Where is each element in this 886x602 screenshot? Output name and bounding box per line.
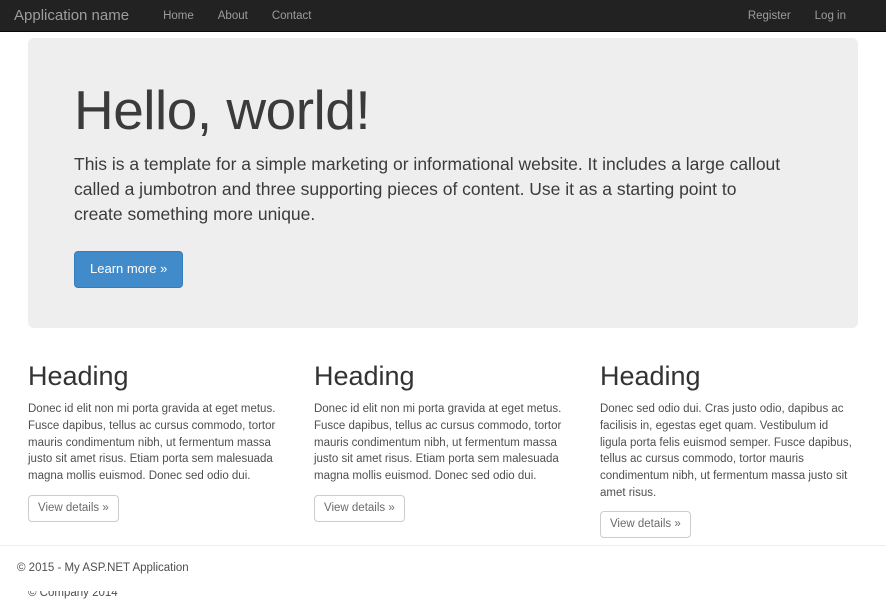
feature-column-2: Heading Donec id elit non mi porta gravi… <box>300 342 586 539</box>
application-status-bar: © 2015 - My ASP.NET Application <box>0 545 886 591</box>
nav-link-login[interactable]: Log in <box>803 0 858 32</box>
status-bar-text: © 2015 - My ASP.NET Application <box>17 562 189 575</box>
feature-body-text: Donec id elit non mi porta gravida at eg… <box>28 403 276 482</box>
navbar-primary-links: Home About Contact <box>151 0 323 32</box>
navbar-account-links: Register Log in <box>736 0 872 32</box>
feature-action-wrapper: View details » <box>599 511 858 539</box>
nav-link-about[interactable]: About <box>206 0 260 32</box>
nav-link-home[interactable]: Home <box>151 0 206 32</box>
nav-link-register[interactable]: Register <box>736 0 803 32</box>
feature-heading: Heading <box>28 360 129 391</box>
jumbotron-cta-wrapper: Learn more » <box>74 250 812 288</box>
feature-column-3: Heading Donec sed odio dui. Cras justo o… <box>586 342 872 539</box>
feature-body-text: Donec sed odio dui. Cras justo odio, dap… <box>599 403 852 499</box>
view-details-button-3[interactable]: View details » <box>599 511 691 539</box>
feature-action-wrapper: View details » <box>28 494 286 522</box>
top-navbar: Application name Home About Contact Regi… <box>0 0 886 32</box>
feature-heading: Heading <box>599 360 701 391</box>
feature-heading: Heading <box>313 360 415 391</box>
view-details-button-2[interactable]: View details » <box>313 494 405 522</box>
page-container: Hello, world! This is a template for a s… <box>14 38 872 602</box>
nav-link-contact[interactable]: Contact <box>260 0 324 32</box>
feature-row: Heading Donec id elit non mi porta gravi… <box>14 328 872 539</box>
feature-column-1: Heading Donec id elit non mi porta gravi… <box>14 342 300 539</box>
navbar-inner: Application name Home About Contact Regi… <box>14 0 872 32</box>
jumbotron: Hello, world! This is a template for a s… <box>28 38 858 328</box>
navbar-brand[interactable]: Application name <box>14 0 143 32</box>
learn-more-button[interactable]: Learn more » <box>74 250 184 288</box>
feature-body-text: Donec id elit non mi porta gravida at eg… <box>313 403 562 482</box>
jumbotron-lead-text: This is a template for a simple marketin… <box>74 153 781 225</box>
view-details-button-1[interactable]: View details » <box>28 494 119 522</box>
page-title: Hello, world! <box>74 79 371 141</box>
feature-action-wrapper: View details » <box>313 494 572 522</box>
